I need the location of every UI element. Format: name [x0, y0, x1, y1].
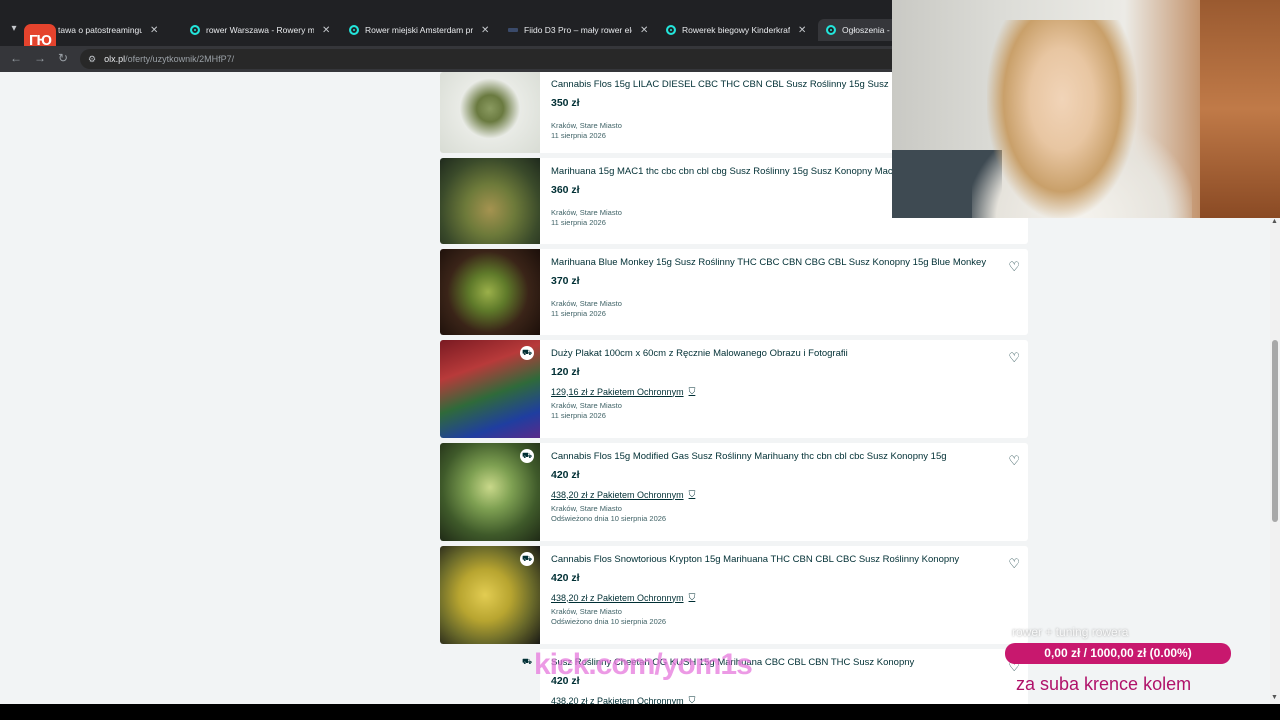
tab-3[interactable]: Rower miejski Amsterdam prze ✕	[349, 19, 489, 41]
olx-favicon-icon	[666, 25, 676, 35]
shield-check-icon: ⛉	[688, 489, 696, 499]
olx-favicon-icon	[349, 25, 359, 35]
shield-check-icon: ⛉	[688, 386, 696, 396]
donation-goal-label: rower + tuning rowera	[1012, 625, 1129, 639]
shield-check-icon: ⛉	[688, 592, 696, 602]
listing-card[interactable]: Marihuana Blue Monkey 15g Susz Roślinny …	[440, 249, 1028, 335]
listing-price: 420 zł	[551, 572, 580, 584]
favorite-heart-icon[interactable]: ♡	[1008, 453, 1020, 469]
olx-favicon-icon	[190, 25, 200, 35]
close-icon[interactable]: ✕	[150, 25, 158, 36]
listing-image[interactable]	[440, 249, 540, 335]
reload-icon[interactable]: ↻	[58, 51, 68, 65]
listing-image[interactable]	[440, 72, 540, 153]
protection-price-link[interactable]: 438,20 zł z Pakietem Ochronnym ⛉	[551, 695, 991, 704]
tab-search-chevron-icon[interactable]: ▾	[6, 21, 22, 37]
url-field[interactable]: ⚙ olx.pl/oferty/uzytkownik/2MHfP7/	[80, 49, 910, 69]
scrollbar-thumb[interactable]	[1272, 340, 1278, 522]
shield-check-icon: ⛉	[688, 695, 696, 704]
listing-title[interactable]: Duży Plakat 100cm x 60cm z Ręcznie Malow…	[551, 348, 991, 359]
listing-title[interactable]: Marihuana Blue Monkey 15g Susz Roślinny …	[551, 257, 991, 268]
listing-price: 370 zł	[551, 275, 580, 287]
webcam-overlay	[892, 0, 1280, 218]
listing-card[interactable]: ⛟ Cannabis Flos 15g Modified Gas Susz Ro…	[440, 443, 1028, 541]
site-info-icon[interactable]: ⚙	[88, 54, 96, 65]
scroll-up-arrow-icon[interactable]: ▲	[1271, 218, 1278, 225]
close-icon[interactable]: ✕	[322, 25, 330, 36]
scroll-down-arrow-icon[interactable]: ▼	[1271, 694, 1278, 701]
listing-title[interactable]: Cannabis Flos Snowtorious Krypton 15g Ma…	[551, 554, 991, 565]
tab-5[interactable]: Rowerek biegowy Kinderkraft W ✕	[666, 19, 806, 41]
listing-location: Kraków, Stare Miasto Odświeżono dnia 10 …	[551, 504, 667, 523]
protection-price-link[interactable]: 438,20 zł z Pakietem Ochronnym ⛉	[551, 592, 991, 603]
favorite-heart-icon[interactable]: ♡	[1008, 350, 1020, 366]
delivery-truck-icon: ⛟	[521, 657, 533, 666]
olx-favicon-icon	[826, 25, 836, 35]
protection-price-link[interactable]: 129,16 zł z Pakietem Ochronnym ⛉	[551, 386, 991, 397]
goal-subtitle: za suba krence kolem	[1016, 674, 1192, 694]
donation-goal-progress: 0,00 zł / 1000,00 zł (0.00%)	[1005, 643, 1231, 664]
bottom-letterbox	[0, 704, 1280, 720]
delivery-truck-icon: ⛟	[520, 552, 534, 566]
back-icon[interactable]: ←	[10, 51, 22, 65]
listing-location: Kraków, Stare Miasto 11 sierpnia 2026	[551, 299, 622, 318]
listing-price: 420 zł	[551, 469, 580, 481]
close-icon[interactable]: ✕	[481, 25, 489, 36]
listing-price: 120 zł	[551, 366, 580, 378]
delivery-truck-icon: ⛟	[520, 449, 534, 463]
tab-6-active[interactable]: Ogłoszenia - S	[818, 19, 898, 41]
fiido-favicon-icon	[508, 28, 518, 32]
close-icon[interactable]: ✕	[640, 25, 648, 36]
listing-location: Kraków, Stare Miasto Odświeżono dnia 10 …	[551, 607, 667, 626]
delivery-truck-icon: ⛟	[520, 346, 534, 360]
listing-card[interactable]: ⛟ Duży Plakat 100cm x 60cm z Ręcznie Mal…	[440, 340, 1028, 438]
tab-2[interactable]: rower Warszawa - Rowery miej ✕	[190, 19, 330, 41]
tab-4[interactable]: Fiido D3 Pro – mały rower elekt ✕	[508, 19, 648, 41]
favorite-heart-icon[interactable]: ♡	[1008, 556, 1020, 572]
listing-image[interactable]	[440, 158, 540, 244]
forward-icon[interactable]: →	[34, 51, 46, 65]
listing-title[interactable]: Cannabis Flos 15g Modified Gas Susz Rośl…	[551, 451, 991, 462]
kick-watermark: kick.com/yom1s	[534, 648, 753, 681]
favorite-heart-icon[interactable]: ♡	[1008, 259, 1020, 275]
protection-price-link[interactable]: 438,20 zł z Pakietem Ochronnym ⛉	[551, 489, 991, 500]
listing-card[interactable]: ⛟ Cannabis Flos Snowtorious Krypton 15g …	[440, 546, 1028, 644]
close-icon[interactable]: ✕	[798, 25, 806, 36]
listing-location: Kraków, Stare Miasto 11 sierpnia 2026	[551, 401, 622, 420]
